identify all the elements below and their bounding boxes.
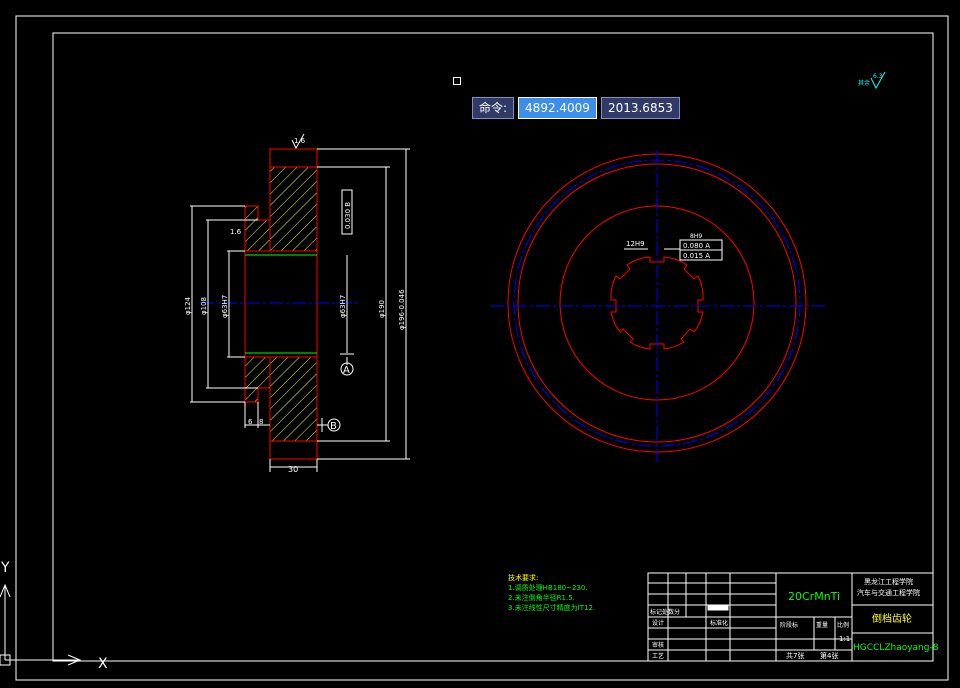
dim-phi63: φ63H7 [221,295,229,318]
sheets-total: 共7张 [786,651,804,660]
hub-step-top [244,205,271,252]
review-label: 审核 [652,641,664,649]
roughness-side: 1.6 [230,228,242,236]
process-label: 工艺 [652,652,664,660]
dim-12: 12H9 [626,240,645,248]
material: 20CrMnTi [788,590,840,603]
tolerance-frame-2b-text: 0.015 A [683,252,710,260]
datum-a-label: A [343,365,350,376]
x-coordinate-input[interactable]: 4892.4009 [518,97,597,119]
tech-req-2: 2.未注倒角半径R1.5. [508,593,575,602]
tolerance-frame-2a-text: 0.080 A [683,242,710,250]
front-view: 12H9 8H9 0.080 A 0.015 A [490,150,825,462]
school-line2: 汽车与交通工程学院 [857,588,920,597]
part-name: 倒档齿轮 [872,612,912,625]
tech-title: 技术要求: [508,573,538,582]
ucs-y-label: Y [0,560,10,576]
sheet-number: 第4张 [820,651,838,660]
dim-small-a: 6 [248,418,253,426]
dim-phi196: φ196-0.046 [398,289,406,330]
section-view: A B 0.030 B 1.6 1.6 φ124 φ108 φ63H7 φ63H… [184,133,410,474]
gear-web-bottom-hatch [269,356,318,442]
tech-req-1: 1.调质处理HB180~230. [508,583,588,592]
gear-rim-bottom [269,440,318,460]
ucs-icon [0,583,82,666]
scale-value: 1:1 [839,635,850,643]
mark-label: 标记处数分 [650,608,680,616]
dim-width: 30 [288,465,298,474]
dim-phi190: φ190 [378,300,386,318]
bore [244,250,318,358]
tech-requirements: 技术要求: 1.调质处理HB180~230. 2.未注倒角半径R1.5. 3.未… [508,573,595,612]
hub-step-bottom [244,356,271,403]
cursor-pickbox [453,77,461,85]
command-label: 命令: [472,97,515,119]
stage-label: 阶段标 [780,621,798,629]
svg-text:6.3: 6.3 [873,73,883,80]
dim-phi124: φ124 [184,296,192,315]
dim-8: 8H9 [690,233,702,240]
datum-b-label: B [330,421,337,432]
weight-label: 重量 [816,621,828,629]
dim-phi108: φ108 [200,297,208,315]
tech-req-3: 3.未注线性尺寸精度为IT12. [508,603,595,612]
gear-web-top-hatch [269,166,318,252]
design-label: 设计 [652,619,664,627]
gear-rim-top [269,148,318,168]
ucs-x-label: X [98,656,108,672]
school-line1: 黑龙江工程学院 [864,577,913,586]
std-label: 标准化 [710,619,728,627]
tolerance-frame-1-text: 0.030 B [344,202,352,229]
sheet-border-inner [52,32,934,662]
dim-phi63b: φ63H7 [339,295,347,318]
global-roughness: 其余 6.3 [858,71,886,90]
dim-small-b: 8 [259,418,263,426]
y-coordinate-input[interactable]: 2013.6853 [600,97,680,119]
scale-label: 比例 [837,621,849,629]
dynamic-input[interactable]: 命令: 4892.4009 2013.6853 [472,97,680,119]
svg-text:其余: 其余 [858,79,870,87]
drawing-number: HGCCLZhaoyang-8 [853,643,939,653]
